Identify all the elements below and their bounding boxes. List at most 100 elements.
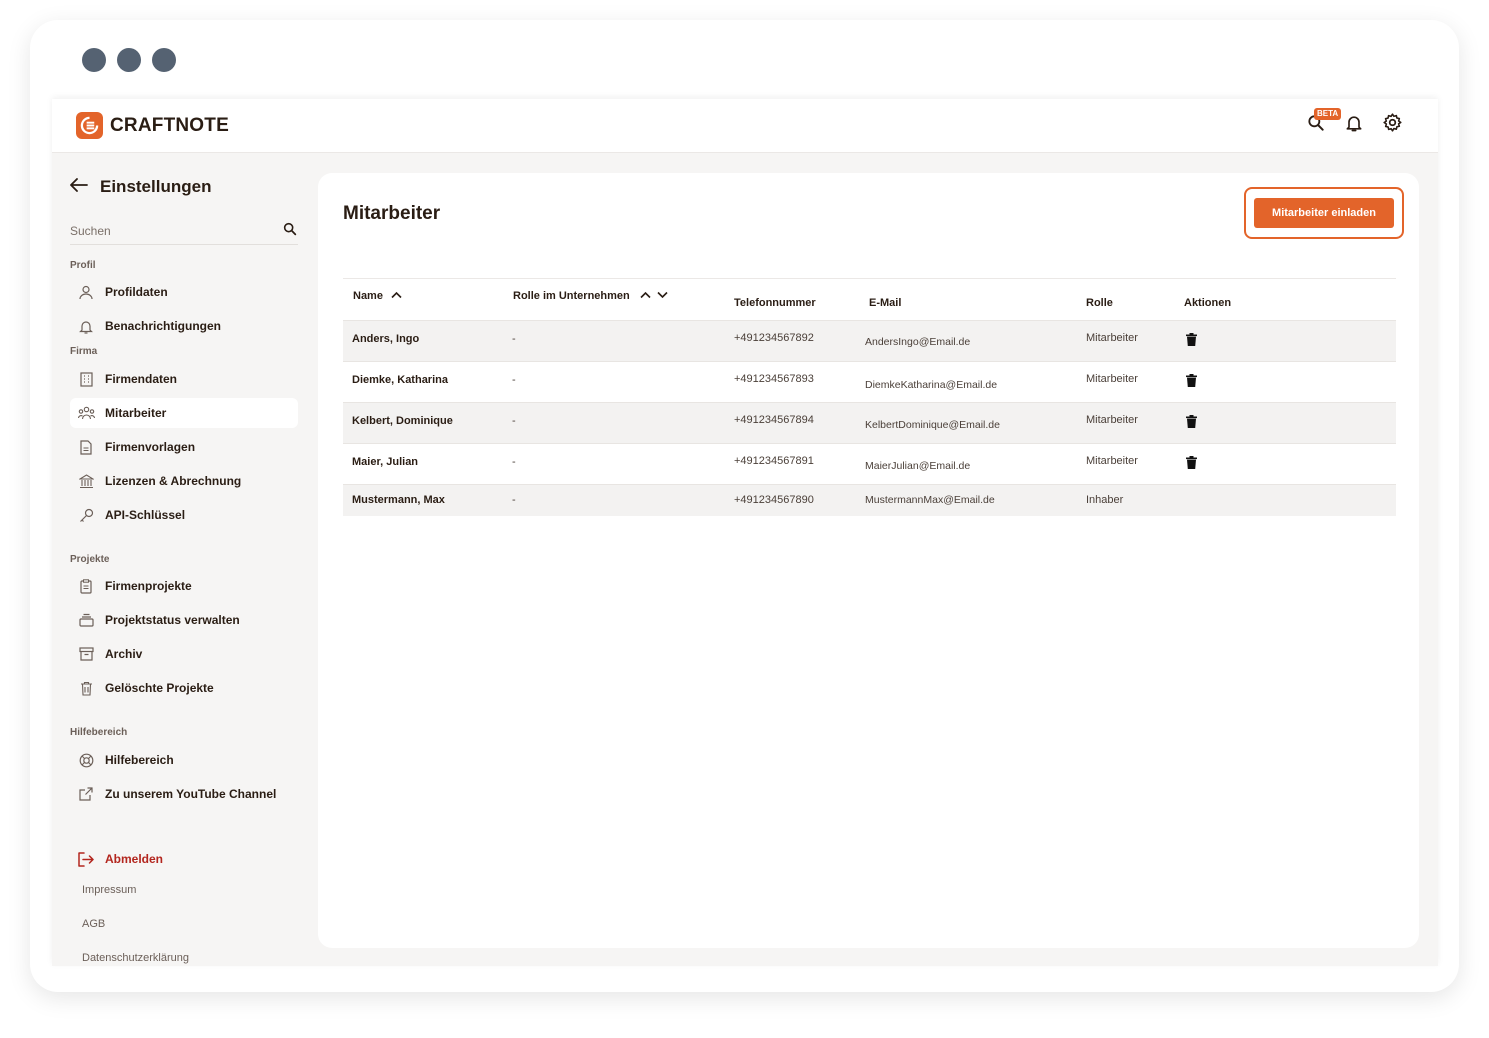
cell-name: Maier, Julian	[352, 456, 419, 468]
window-controls	[82, 48, 176, 72]
cell-rolle: Mitarbeiter	[1086, 414, 1138, 426]
invite-button-highlight: Mitarbeiter einladen	[1244, 187, 1404, 239]
sidebar-item-label: Hilfebereich	[105, 753, 174, 767]
section-projekte: Projekte	[70, 554, 110, 565]
sidebar-item-profildaten[interactable]: Profildaten	[70, 277, 298, 307]
global-search-button[interactable]: BETA	[1304, 108, 1342, 137]
cell-telefon: +491234567892	[734, 332, 814, 344]
cell-rolle-unternehmen: -	[512, 333, 516, 345]
chevron-up-icon[interactable]	[640, 290, 651, 302]
sidebar-item-label: Gelöschte Projekte	[105, 681, 214, 695]
sidebar-item-hilfebereich[interactable]: Hilfebereich	[70, 745, 298, 775]
table-row[interactable]: Mustermann, Max - +491234567890 Musterma…	[343, 484, 1396, 516]
cell-name: Diemke, Katharina	[352, 374, 448, 386]
agb-link[interactable]: AGB	[82, 918, 105, 930]
external-link-icon	[77, 785, 95, 803]
header-icons: BETA	[1304, 108, 1404, 137]
invite-employee-button[interactable]: Mitarbeiter einladen	[1254, 198, 1394, 228]
cell-telefon: +491234567891	[734, 455, 814, 467]
trash-icon[interactable]	[1186, 374, 1197, 390]
cell-email: MustermannMax@Email.de	[865, 494, 995, 506]
sidebar-item-firmenvorlagen[interactable]: Firmenvorlagen	[70, 432, 298, 462]
sidebar-item-youtube[interactable]: Zu unserem YouTube Channel	[70, 779, 298, 809]
sidebar-item-label: Projektstatus verwalten	[105, 613, 240, 627]
cell-email: AndersIngo@Email.de	[865, 336, 971, 348]
notifications-button[interactable]	[1342, 113, 1366, 137]
sidebar-item-api-schluessel[interactable]: API-Schlüssel	[70, 500, 298, 530]
building-icon	[77, 370, 95, 388]
search-icon[interactable]	[282, 221, 298, 242]
sidebar-item-label: Firmenvorlagen	[105, 440, 196, 454]
column-header-label: Rolle im Unternehmen	[513, 290, 630, 302]
app: CRAFTNOTE BETA Einstellungen Suchen Prof…	[52, 99, 1438, 966]
table-row[interactable]: Anders, Ingo - +491234567892 AndersIngo@…	[343, 320, 1396, 361]
window-dot-minimize[interactable]	[117, 48, 141, 72]
sidebar-title: Einstellungen	[100, 177, 212, 196]
document-icon	[77, 438, 95, 456]
column-header-rolle: Rolle	[1086, 297, 1113, 309]
cell-email: KelbertDominique@Email.de	[865, 419, 1000, 431]
user-icon	[77, 283, 95, 301]
impressum-link[interactable]: Impressum	[82, 884, 136, 896]
cell-rolle: Mitarbeiter	[1086, 332, 1138, 344]
column-header-telefon: Telefonnummer	[734, 297, 816, 309]
section-hilfebereich: Hilfebereich	[70, 727, 128, 738]
section-profil: Profil	[70, 260, 96, 271]
sidebar-item-firmendaten[interactable]: Firmendaten	[70, 364, 298, 394]
logout-label: Abmelden	[105, 852, 164, 866]
sidebar-item-firmenprojekte[interactable]: Firmenprojekte	[70, 571, 298, 601]
column-header-email: E-Mail	[869, 297, 902, 309]
cell-email: MaierJulian@Email.de	[865, 460, 971, 472]
column-header-rolle-unternehmen[interactable]: Rolle im Unternehmen	[513, 290, 668, 302]
logo[interactable]: CRAFTNOTE	[76, 112, 229, 139]
sidebar-item-geloeschte-projekte[interactable]: Gelöschte Projekte	[70, 673, 298, 703]
cell-name: Anders, Ingo	[352, 333, 420, 345]
cell-telefon: +491234567890	[734, 494, 814, 506]
sidebar-item-mitarbeiter[interactable]: Mitarbeiter	[70, 398, 298, 428]
cell-rolle: Mitarbeiter	[1086, 455, 1138, 467]
sidebar-search-input[interactable]	[70, 219, 260, 243]
users-icon	[77, 404, 95, 422]
sidebar-item-benachrichtigungen[interactable]: Benachrichtigungen	[70, 311, 298, 341]
cell-rolle-unternehmen: -	[512, 494, 516, 506]
trash-icon[interactable]	[1186, 456, 1197, 472]
cell-name: Mustermann, Max	[352, 494, 445, 506]
beta-badge: BETA	[1314, 108, 1342, 120]
trash-icon[interactable]	[1186, 415, 1197, 431]
table-row[interactable]: Maier, Julian - +491234567891 MaierJulia…	[343, 443, 1396, 484]
brand-name: CRAFTNOTE	[110, 114, 229, 136]
window-dot-maximize[interactable]	[152, 48, 176, 72]
column-header-aktionen: Aktionen	[1184, 297, 1232, 309]
stack-icon	[77, 611, 95, 629]
sidebar-item-archiv[interactable]: Archiv	[70, 639, 298, 669]
column-header-label: Name	[353, 290, 383, 302]
table-header: Name Rolle im Unternehmen Telefonnummer …	[343, 278, 1396, 320]
window-dot-close[interactable]	[82, 48, 106, 72]
back-to-app-button[interactable]: Einstellungen	[70, 177, 211, 197]
table-row[interactable]: Kelbert, Dominique - +491234567894 Kelbe…	[343, 402, 1396, 443]
sidebar-item-lizenzen[interactable]: Lizenzen & Abrechnung	[70, 466, 298, 496]
key-icon	[77, 506, 95, 524]
sidebar-item-label: API-Schlüssel	[105, 508, 186, 522]
logout-button[interactable]: Abmelden	[70, 844, 298, 874]
cell-telefon: +491234567894	[734, 414, 814, 426]
trash-icon[interactable]	[1186, 333, 1197, 349]
column-header-name[interactable]: Name	[353, 290, 402, 302]
chevron-up-icon[interactable]	[391, 290, 402, 302]
gear-icon	[1382, 112, 1403, 138]
bell-icon	[77, 317, 95, 335]
sidebar-item-projektstatus[interactable]: Projektstatus verwalten	[70, 605, 298, 635]
sidebar-item-label: Lizenzen & Abrechnung	[105, 474, 242, 488]
datenschutz-link[interactable]: Datenschutzerklärung	[82, 952, 189, 964]
trash-outline-icon	[77, 679, 95, 697]
clipboard-icon	[77, 577, 95, 595]
browser-window: CRAFTNOTE BETA Einstellungen Suchen Prof…	[30, 20, 1459, 992]
sidebar-item-label: Profildaten	[105, 285, 168, 299]
settings-button[interactable]	[1380, 113, 1404, 137]
bank-icon	[77, 472, 95, 490]
chevron-down-icon[interactable]	[657, 290, 668, 302]
table-row[interactable]: Diemke, Katharina - +491234567893 Diemke…	[343, 361, 1396, 402]
sidebar-item-label: Benachrichtigungen	[105, 319, 222, 333]
page-title: Mitarbeiter	[343, 203, 441, 224]
section-firma: Firma	[70, 346, 98, 357]
